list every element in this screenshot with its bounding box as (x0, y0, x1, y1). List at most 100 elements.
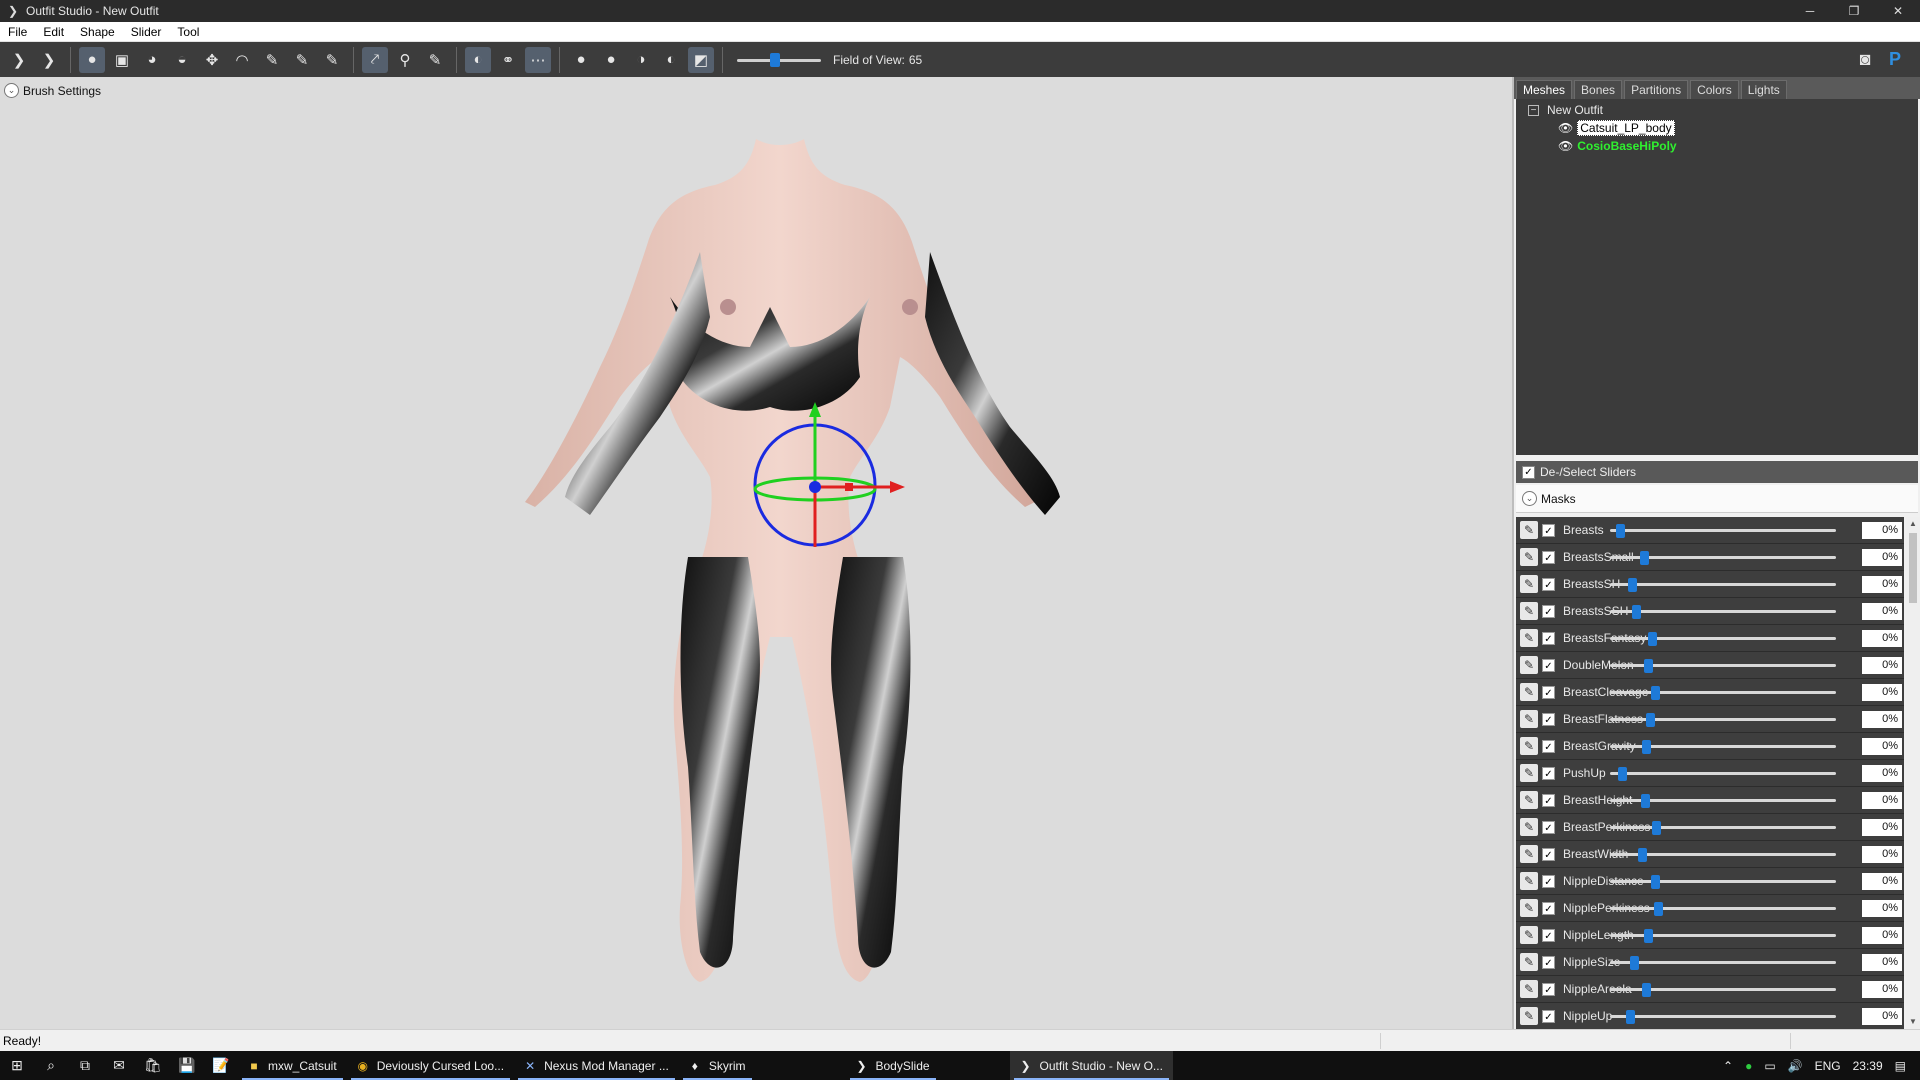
checkbox-icon[interactable]: ✓ (1542, 955, 1555, 969)
view-front-icon[interactable]: ● (568, 47, 594, 73)
scroll-up-icon[interactable]: ▲ (1906, 517, 1920, 531)
slider-track[interactable] (1610, 961, 1836, 964)
collapse-icon[interactable]: − (1528, 104, 1539, 116)
pencil-icon[interactable]: ✎ (1520, 602, 1538, 620)
tree-mesh-item[interactable]: 👁 Catsuit_LP_body (1558, 119, 1675, 137)
menu-edit[interactable]: Edit (35, 22, 72, 42)
3d-viewport[interactable]: ⌄ Brush Settings (0, 77, 1512, 1029)
x-mirror-icon[interactable]: ◐ (465, 46, 491, 73)
slider-track[interactable] (1610, 772, 1836, 775)
checkbox-icon[interactable]: ✓ (1542, 712, 1555, 726)
paypal-icon[interactable]: P (1882, 46, 1908, 72)
select-icon[interactable]: ❯ (36, 47, 62, 73)
search-icon[interactable]: ⌕ (34, 1051, 68, 1080)
tree-root[interactable]: − New Outfit (1528, 101, 1603, 119)
pencil-icon[interactable]: ✎ (1520, 764, 1538, 782)
save-disk-icon[interactable]: 💾 (170, 1051, 204, 1080)
deflate-brush-icon[interactable]: ◒ (169, 47, 195, 73)
slider-value-field[interactable]: 0% (1862, 549, 1902, 566)
slider-thumb[interactable] (1626, 1010, 1635, 1024)
notepad-icon[interactable]: 📝 (204, 1051, 238, 1080)
global-brush-icon[interactable]: ⋯ (525, 46, 551, 73)
close-icon[interactable]: ✕ (1876, 0, 1920, 22)
checkbox-icon[interactable]: ✓ (1542, 523, 1555, 537)
pencil-icon[interactable]: ✎ (1520, 737, 1538, 755)
pivot-icon[interactable]: ⚲ (392, 47, 418, 73)
move-brush-icon[interactable]: ✥ (199, 47, 225, 73)
color-brush-icon[interactable]: ✎ (289, 47, 315, 73)
slider-track[interactable] (1610, 637, 1836, 640)
checkbox-icon[interactable]: ✓ (1542, 901, 1555, 915)
slider-thumb[interactable] (1648, 632, 1657, 646)
eye-icon[interactable]: 👁 (1558, 121, 1573, 135)
slider-thumb[interactable] (1642, 983, 1651, 997)
checkbox-icon[interactable]: ✓ (1542, 577, 1555, 591)
view-back-icon[interactable]: ● (598, 47, 624, 73)
store-icon[interactable]: 🛍 (136, 1051, 170, 1080)
checkbox-icon[interactable]: ✓ (1522, 465, 1535, 479)
slider-thumb[interactable] (1642, 740, 1651, 754)
fov-slider-thumb[interactable] (770, 52, 781, 67)
slider-value-field[interactable]: 0% (1862, 900, 1902, 917)
clock[interactable]: 23:39 (1853, 1059, 1883, 1073)
eye-icon[interactable]: 👁 (1558, 139, 1573, 153)
pencil-icon[interactable]: ✎ (1520, 899, 1538, 917)
pencil-icon[interactable]: ✎ (1520, 521, 1538, 539)
menu-file[interactable]: File (0, 22, 35, 42)
slider-thumb[interactable] (1638, 848, 1647, 862)
tab-bones[interactable]: Bones (1574, 80, 1623, 99)
slider-value-field[interactable]: 0% (1862, 846, 1902, 863)
slider-value-field[interactable]: 0% (1862, 1008, 1902, 1025)
scroll-down-icon[interactable]: ▼ (1906, 1015, 1920, 1029)
menu-shape[interactable]: Shape (72, 22, 123, 42)
checkbox-icon[interactable]: ✓ (1542, 982, 1555, 996)
tab-partitions[interactable]: Partitions (1624, 80, 1689, 99)
tab-colors[interactable]: Colors (1690, 80, 1739, 99)
slider-track[interactable] (1610, 583, 1836, 586)
windows-start-icon[interactable]: ⊞ (0, 1051, 34, 1080)
slider-value-field[interactable]: 0% (1862, 630, 1902, 647)
checkbox-icon[interactable]: ✓ (1542, 631, 1555, 645)
slider-value-field[interactable]: 0% (1862, 603, 1902, 620)
masks-toggle[interactable]: ⌄ Masks (1516, 485, 1918, 513)
slider-thumb[interactable] (1628, 578, 1637, 592)
checkbox-icon[interactable]: ✓ (1542, 874, 1555, 888)
pencil-icon[interactable]: ✎ (1520, 575, 1538, 593)
pencil-icon[interactable]: ✎ (1520, 710, 1538, 728)
slider-value-field[interactable]: 0% (1862, 576, 1902, 593)
slider-thumb[interactable] (1640, 551, 1649, 565)
slider-thumb[interactable] (1618, 767, 1627, 781)
checkbox-icon[interactable]: ✓ (1542, 766, 1555, 780)
slider-track[interactable] (1610, 691, 1836, 694)
connected-only-icon[interactable]: ⚭ (495, 47, 521, 73)
alpha-brush-icon[interactable]: ✎ (319, 47, 345, 73)
smooth-brush-icon[interactable]: ◠ (229, 47, 255, 73)
network-icon[interactable]: ▭ (1764, 1059, 1775, 1073)
perspective-icon[interactable]: ◩ (688, 46, 714, 73)
tab-meshes[interactable]: Meshes (1516, 80, 1573, 99)
slider-track[interactable] (1610, 880, 1836, 883)
checkbox-icon[interactable]: ✓ (1542, 739, 1555, 753)
slider-track[interactable] (1610, 718, 1836, 721)
slider-thumb[interactable] (1646, 713, 1655, 727)
taskbar-app-nmm[interactable]: ✕ Nexus Mod Manager ... (514, 1051, 679, 1080)
mask-brush-icon[interactable]: ▣ (109, 47, 135, 73)
menu-slider[interactable]: Slider (123, 22, 170, 42)
tab-lights[interactable]: Lights (1740, 80, 1787, 99)
pencil-icon[interactable]: ✎ (1520, 926, 1538, 944)
slider-thumb[interactable] (1616, 524, 1625, 538)
checkbox-icon[interactable]: ✓ (1542, 793, 1555, 807)
checkbox-icon[interactable]: ✓ (1542, 1009, 1555, 1023)
task-view-icon[interactable]: ⧉ (68, 1051, 102, 1080)
slider-thumb[interactable] (1652, 821, 1661, 835)
menu-tool[interactable]: Tool (169, 22, 207, 42)
fov-slider[interactable] (737, 50, 821, 70)
checkbox-icon[interactable]: ✓ (1542, 658, 1555, 672)
restore-icon[interactable]: ❐ (1832, 0, 1876, 22)
slider-thumb[interactable] (1654, 902, 1663, 916)
checkbox-icon[interactable]: ✓ (1542, 604, 1555, 618)
checkbox-icon[interactable]: ✓ (1542, 928, 1555, 942)
slider-track[interactable] (1610, 907, 1836, 910)
slider-value-field[interactable]: 0% (1862, 873, 1902, 890)
view-right-icon[interactable]: ◐ (658, 47, 684, 73)
